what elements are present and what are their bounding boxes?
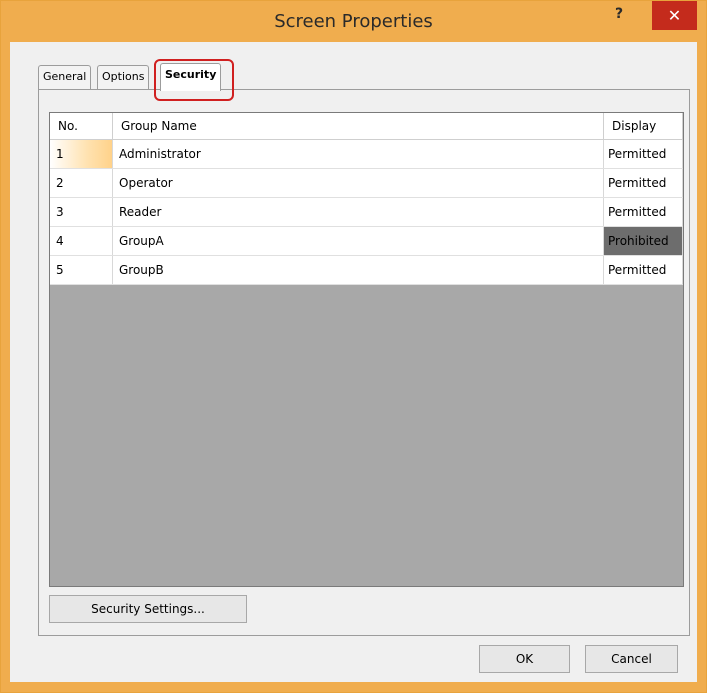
cell-display[interactable]: Permitted [604, 256, 683, 284]
title-bar[interactable]: Screen Properties ? ✕ [1, 1, 706, 42]
cell-group-name[interactable]: Reader [113, 198, 604, 226]
tab-general[interactable]: General [38, 65, 92, 90]
ok-button[interactable]: OK [479, 645, 570, 673]
cell-display[interactable]: Prohibited [604, 227, 683, 255]
cell-group-name[interactable]: Operator [113, 169, 604, 197]
table-row[interactable]: 2 Operator Permitted [50, 169, 683, 198]
header-no[interactable]: No. [50, 113, 113, 139]
table-row[interactable]: 5 GroupB Permitted [50, 256, 683, 285]
cell-no[interactable]: 3 [50, 198, 113, 226]
cancel-button[interactable]: Cancel [585, 645, 678, 673]
table-row[interactable]: 4 GroupA Prohibited [50, 227, 683, 256]
cell-group-name[interactable]: GroupA [113, 227, 604, 255]
cell-group-name[interactable]: GroupB [113, 256, 604, 284]
dialog-client-area: General Options Security No. Group Name … [10, 42, 697, 682]
cell-no[interactable]: 4 [50, 227, 113, 255]
tab-options[interactable]: Options [97, 65, 150, 90]
cell-no[interactable]: 2 [50, 169, 113, 197]
cell-display[interactable]: Permitted [604, 198, 683, 226]
header-display[interactable]: Display [604, 113, 683, 139]
security-settings-button[interactable]: Security Settings... [49, 595, 247, 623]
header-group-name[interactable]: Group Name [113, 113, 604, 139]
cell-no[interactable]: 1 [50, 140, 113, 168]
table-row[interactable]: 1 Administrator Permitted [50, 140, 683, 169]
help-button[interactable]: ? [615, 6, 623, 22]
security-table: No. Group Name Display 1 Administrator P… [49, 112, 684, 587]
cell-group-name[interactable]: Administrator [113, 140, 604, 168]
screen-properties-window: Screen Properties ? ✕ General Options Se… [0, 0, 707, 693]
window-title: Screen Properties [274, 11, 433, 32]
table-header: No. Group Name Display [50, 113, 683, 140]
cell-display[interactable]: Permitted [604, 169, 683, 197]
table-row[interactable]: 3 Reader Permitted [50, 198, 683, 227]
close-button[interactable]: ✕ [652, 1, 697, 30]
security-tab-panel: No. Group Name Display 1 Administrator P… [38, 89, 690, 636]
cell-no[interactable]: 5 [50, 256, 113, 284]
cell-display[interactable]: Permitted [604, 140, 683, 168]
tab-highlight-annotation [154, 59, 234, 101]
